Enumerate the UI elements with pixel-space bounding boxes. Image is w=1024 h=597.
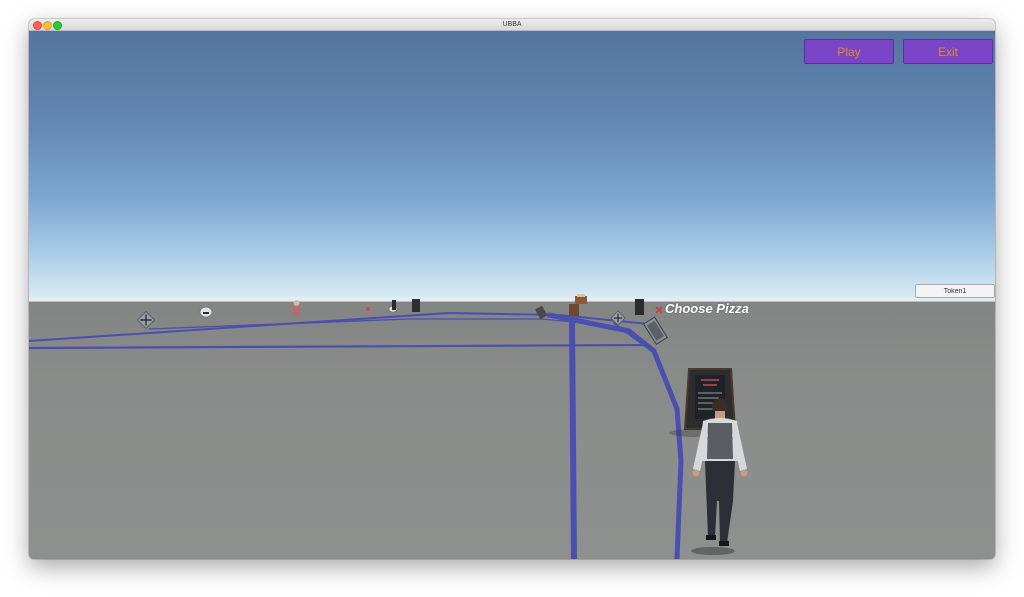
game-window: UBBA Play Exit Token1 Choose Pizza — [29, 19, 995, 559]
tilted-sign — [535, 305, 548, 320]
choose-pizza-label: Choose Pizza — [665, 301, 749, 316]
game-viewport[interactable]: Play Exit Choose Pizza — [29, 31, 995, 559]
horizon-haze — [29, 297, 995, 302]
pizza-stand — [569, 304, 579, 316]
game-scene — [29, 294, 995, 559]
signpost-x-icon — [136, 310, 156, 330]
exit-button[interactable]: Exit — [903, 39, 993, 64]
small-marker — [366, 307, 370, 311]
path-lines — [29, 311, 684, 559]
play-button[interactable]: Play — [804, 39, 894, 64]
path-right — [546, 312, 684, 559]
board-prop — [392, 300, 396, 310]
x-marker-icon — [655, 306, 663, 314]
leaning-sign — [642, 316, 668, 346]
token-input[interactable] — [915, 284, 995, 298]
path-left-lower — [29, 343, 651, 350]
chalkboard-prop — [412, 299, 420, 312]
npc-figure — [293, 305, 300, 316]
window-title: UBBA — [502, 21, 522, 28]
path-center — [569, 318, 577, 559]
title-bar: UBBA — [29, 19, 995, 31]
menu-board-far — [635, 299, 644, 315]
